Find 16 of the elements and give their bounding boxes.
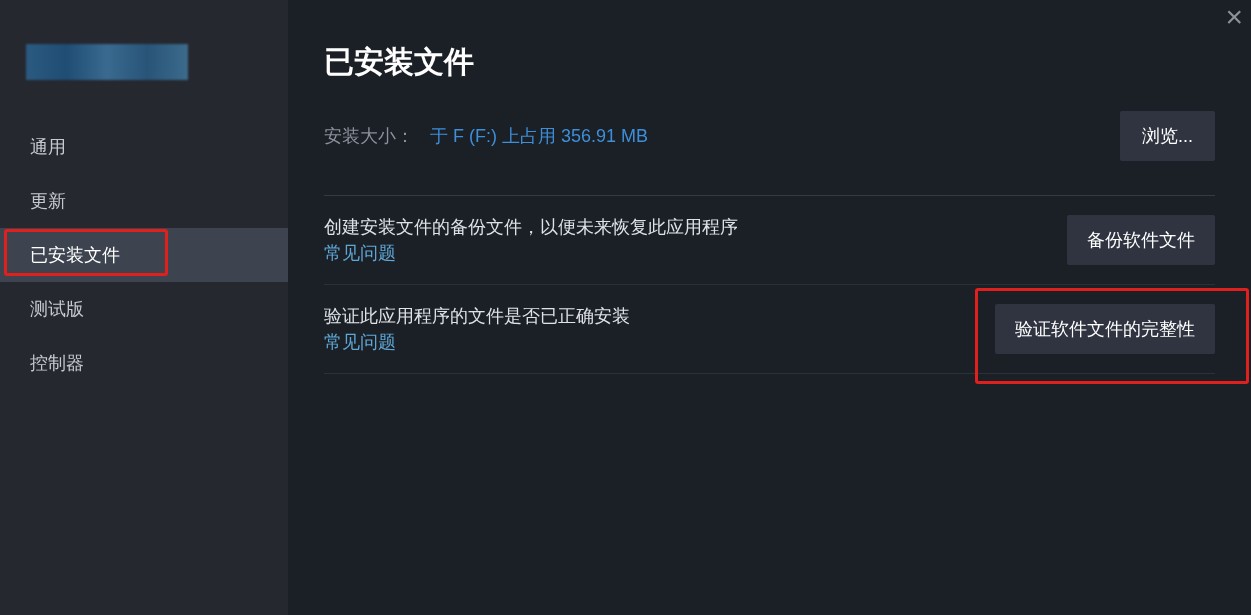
install-size-value: 于 F (F:) 上占用 356.91 MB (430, 124, 649, 148)
page-title: 已安装文件 (324, 44, 475, 80)
section-description: 创建安装文件的备份文件，以便未来恢复此应用程序 (324, 216, 738, 239)
close-button[interactable]: × (1225, 0, 1243, 34)
section-button[interactable]: 备份软件文件 (1067, 215, 1215, 265)
sidebar-item[interactable]: 控制器 (0, 336, 288, 390)
sidebar-item[interactable]: 更新 (0, 174, 288, 228)
browse-button[interactable]: 浏览... (1120, 111, 1215, 161)
sidebar-item[interactable]: 测试版 (0, 282, 288, 336)
install-size-label: 安装大小： (324, 124, 414, 148)
faq-link[interactable]: 常见问题 (324, 240, 738, 266)
section-button[interactable]: 验证软件文件的完整性 (995, 304, 1215, 354)
faq-link[interactable]: 常见问题 (324, 329, 630, 355)
sidebar-item[interactable]: 已安装文件 (0, 228, 288, 282)
sidebar-item[interactable]: 通用 (0, 120, 288, 174)
section-description: 验证此应用程序的文件是否已正确安装 (324, 305, 630, 328)
